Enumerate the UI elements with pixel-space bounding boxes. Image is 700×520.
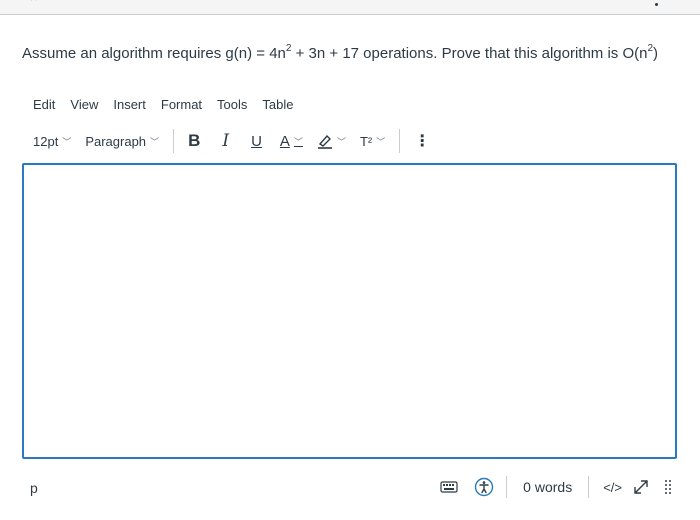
accessibility-checker-button[interactable]	[474, 477, 494, 497]
font-size-select[interactable]: 12pt ﹀	[33, 134, 71, 149]
keyboard-shortcuts-button[interactable]	[440, 480, 458, 494]
toolbar-divider	[173, 129, 175, 153]
menu-format[interactable]: Format	[161, 97, 202, 112]
menu-edit[interactable]: Edit	[33, 97, 55, 112]
status-divider	[588, 476, 590, 498]
chevron-down-icon: ﹀	[336, 136, 346, 147]
rich-text-editor-area[interactable]	[22, 163, 677, 459]
editor-toolbar: 12pt ﹀ Paragraph ﹀ B I U A ﹀ ﹀ T² ﹀ ⋮	[33, 128, 430, 154]
accessibility-icon	[474, 477, 494, 497]
superscript-icon: T²	[359, 133, 373, 149]
chevron-down-icon: ﹀	[62, 136, 72, 147]
italic-button[interactable]: I	[222, 131, 229, 151]
html-editor-toggle[interactable]: </>	[603, 480, 622, 495]
editor-menubar: Edit View Insert Format Tools Table	[33, 97, 308, 112]
more-options-icon[interactable]: ⋮	[414, 131, 430, 151]
points-indicator	[655, 3, 658, 6]
keyboard-icon	[440, 481, 458, 493]
menu-view[interactable]: View	[70, 97, 98, 112]
word-count[interactable]: 0 words	[513, 479, 582, 495]
fullscreen-button[interactable]	[632, 478, 650, 496]
text-color-icon: A	[279, 132, 290, 150]
menu-table[interactable]: Table	[262, 97, 293, 112]
chevron-down-icon: ﹀	[293, 136, 303, 147]
bold-button[interactable]: B	[188, 131, 200, 151]
chevron-down-icon: ﹀	[150, 136, 160, 147]
drag-handle-icon	[665, 480, 671, 494]
editor-statusbar: p 0 words </>	[0, 470, 700, 504]
resize-handle[interactable]	[664, 478, 672, 496]
element-path[interactable]: p	[30, 480, 38, 496]
status-actions: 0 words </>	[440, 474, 672, 500]
expand-icon	[634, 480, 648, 494]
text-color-button[interactable]: A ﹀	[280, 133, 303, 150]
top-bar: ⌃	[0, 0, 700, 15]
menu-insert[interactable]: Insert	[113, 97, 146, 112]
menu-tools[interactable]: Tools	[217, 97, 247, 112]
status-divider	[506, 476, 508, 498]
toolbar-divider	[399, 129, 401, 153]
highlight-color-button[interactable]: ﹀	[317, 133, 346, 149]
block-format-value: Paragraph	[85, 133, 147, 149]
question-text: Assume an algorithm requires g(n) = 4n2 …	[22, 43, 659, 62]
underline-button[interactable]: U	[251, 133, 262, 150]
font-size-value: 12pt	[33, 133, 59, 149]
chevron-down-icon: ﹀	[376, 136, 386, 147]
block-format-select[interactable]: Paragraph ﹀	[85, 134, 159, 149]
highlighter-icon	[317, 134, 332, 149]
collapse-chevron-icon[interactable]: ⌃	[28, 0, 40, 11]
superscript-button[interactable]: T² ﹀	[360, 134, 385, 149]
